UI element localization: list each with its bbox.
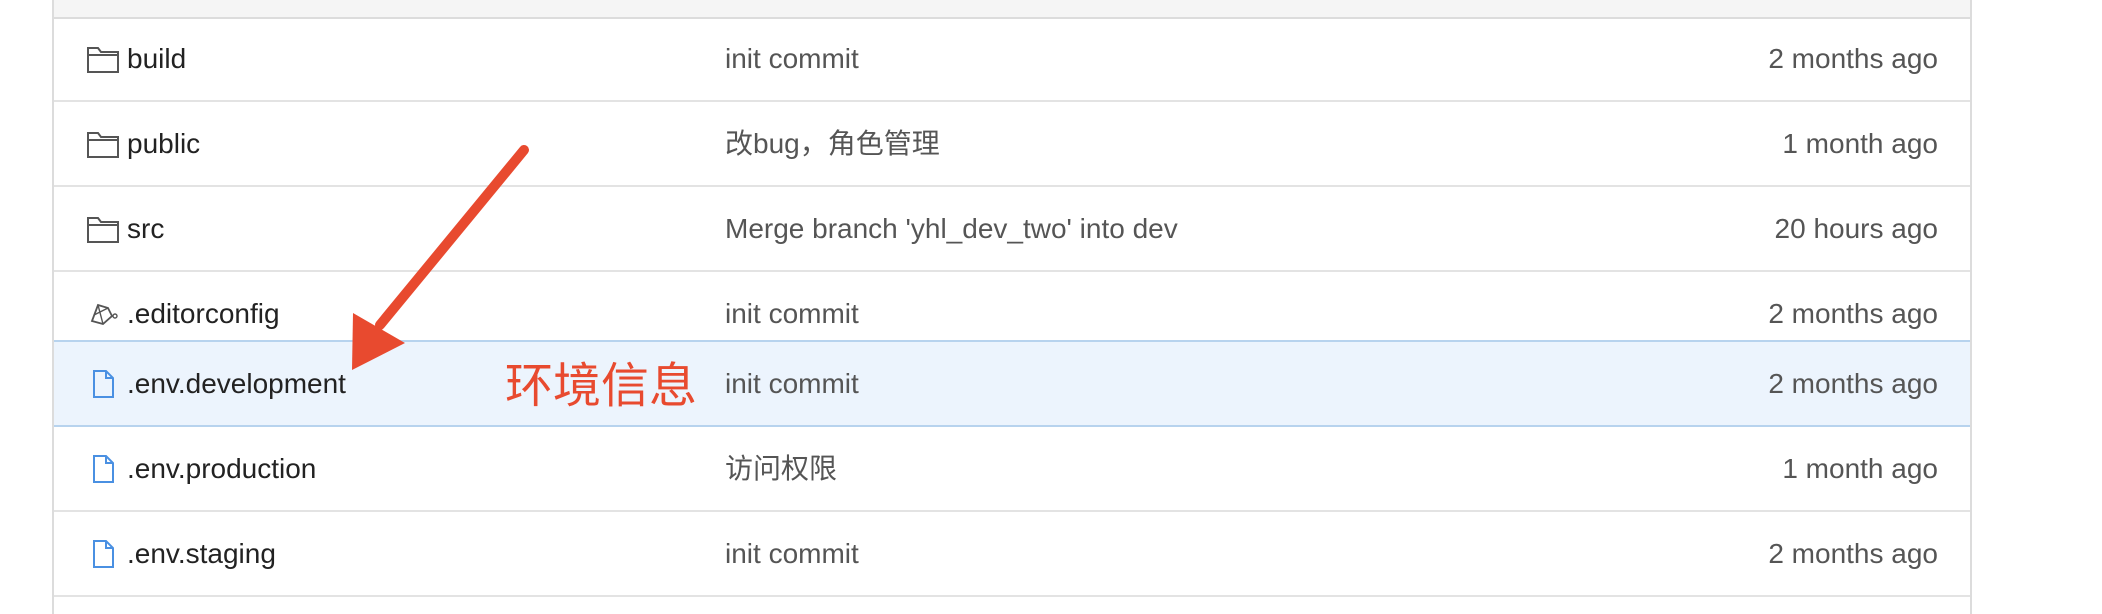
commit-time: 2 months ago xyxy=(1768,43,1938,74)
file-list-table: build init commit 2 months ago public 改b… xyxy=(52,0,1972,614)
commit-message-link[interactable]: 改bug，角色管理 xyxy=(725,102,940,185)
file-icon xyxy=(93,540,114,568)
folder-icon xyxy=(87,217,119,243)
commit-message-link[interactable]: init commit xyxy=(725,17,859,100)
commit-message-link[interactable]: init commit xyxy=(725,512,859,595)
file-name-link[interactable]: .env.development xyxy=(127,342,346,425)
commit-message-link[interactable]: init commit xyxy=(725,342,859,425)
table-row[interactable]: .env.staging init commit 2 months ago xyxy=(54,512,1970,597)
table-row[interactable]: public 改bug，角色管理 1 month ago xyxy=(54,102,1970,187)
commit-message-link[interactable]: Merge branch 'yhl_dev_two' into dev xyxy=(725,187,1178,270)
folder-icon xyxy=(87,47,119,73)
commit-message-link[interactable]: 访问权限 xyxy=(725,427,837,510)
commit-time: 2 months ago xyxy=(1768,368,1938,399)
file-name-link[interactable]: .env.production xyxy=(127,427,316,510)
commit-time: 1 month ago xyxy=(1782,453,1938,484)
table-row-highlighted[interactable]: .env.development init commit 2 months ag… xyxy=(54,340,1970,427)
file-name-link[interactable]: public xyxy=(127,102,200,185)
table-row[interactable]: .env.production 访问权限 1 month ago xyxy=(54,427,1970,512)
file-name-link[interactable]: src xyxy=(127,187,164,270)
editorconfig-icon xyxy=(90,303,118,325)
file-icon xyxy=(93,370,114,398)
commit-time: 20 hours ago xyxy=(1774,213,1938,244)
table-row[interactable]: src Merge branch 'yhl_dev_two' into dev … xyxy=(54,187,1970,272)
file-icon xyxy=(93,455,114,483)
annotation-label: 环境信息 xyxy=(505,358,698,414)
file-name-link[interactable]: .env.staging xyxy=(127,512,276,595)
commit-time: 1 month ago xyxy=(1782,128,1938,159)
commit-time: 2 months ago xyxy=(1768,538,1938,569)
table-row[interactable]: build init commit 2 months ago xyxy=(54,17,1970,102)
folder-icon xyxy=(87,132,119,158)
file-name-link[interactable]: build xyxy=(127,17,186,100)
